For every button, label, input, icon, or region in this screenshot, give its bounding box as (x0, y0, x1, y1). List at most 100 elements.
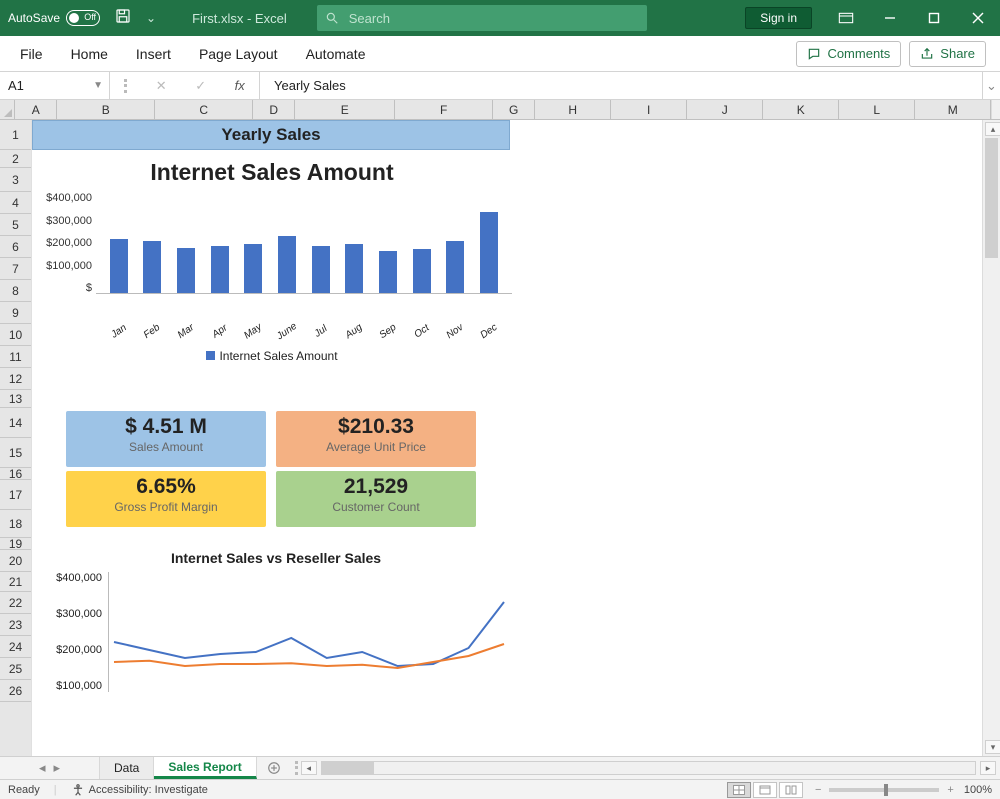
row-header[interactable]: 17 (0, 480, 31, 510)
add-sheet-button[interactable] (257, 757, 291, 779)
column-header[interactable]: F (395, 100, 493, 119)
page-break-view-icon[interactable] (779, 782, 803, 798)
zoom-level[interactable]: 100% (964, 784, 992, 796)
chart-internet-sales-amount[interactable]: Internet Sales Amount $400,000$300,000$2… (32, 155, 512, 363)
column-header[interactable]: A (15, 100, 57, 119)
ribbon-tab-home[interactable]: Home (57, 36, 122, 71)
row-header[interactable]: 15 (0, 438, 31, 468)
bar (110, 239, 128, 293)
column-header[interactable]: K (763, 100, 839, 119)
row-header[interactable]: 21 (0, 572, 31, 592)
column-header[interactable]: G (493, 100, 535, 119)
row-header[interactable]: 3 (0, 168, 31, 192)
hscroll-left-icon[interactable]: ◂ (301, 761, 317, 775)
row-header[interactable]: 20 (0, 550, 31, 572)
legend-swatch-icon (206, 351, 215, 360)
hscroll-thumb[interactable] (322, 762, 374, 774)
zoom-out-icon[interactable]: − (815, 784, 821, 796)
column-header[interactable]: E (295, 100, 395, 119)
column-header[interactable]: J (687, 100, 763, 119)
row-header[interactable]: 5 (0, 214, 31, 236)
row-header[interactable]: 22 (0, 592, 31, 614)
ribbon-display-icon[interactable] (824, 0, 868, 36)
save-icon[interactable] (114, 7, 136, 29)
column-header[interactable]: M (915, 100, 991, 119)
row-header[interactable]: 2 (0, 150, 31, 168)
column-header[interactable]: H (535, 100, 611, 119)
page-layout-view-icon[interactable] (753, 782, 777, 798)
column-header[interactable]: L (839, 100, 915, 119)
formula-bar: A1 ▼ ✕ ✓ fx Yearly Sales ⌄ (0, 72, 1000, 100)
vscroll-thumb[interactable] (985, 138, 998, 258)
maximize-icon[interactable] (912, 0, 956, 36)
search-placeholder: Search (349, 11, 390, 26)
sheet-nav-next-icon[interactable]: ▸ (54, 760, 61, 776)
zoom-slider[interactable] (829, 788, 939, 792)
column-header[interactable]: D (253, 100, 295, 119)
name-box[interactable]: A1 ▼ (0, 72, 110, 99)
quick-access-dropdown-icon[interactable]: ⌄ (146, 11, 156, 25)
ribbon-tab-page-layout[interactable]: Page Layout (185, 36, 292, 71)
row-header[interactable]: 6 (0, 236, 31, 258)
horizontal-scrollbar[interactable]: ◂ ▸ (291, 757, 1000, 779)
share-button[interactable]: Share (909, 41, 986, 67)
scroll-up-icon[interactable]: ▴ (985, 122, 1000, 136)
column-header[interactable]: B (57, 100, 155, 119)
sheet-tab-data[interactable]: Data (100, 757, 154, 779)
bar (446, 241, 464, 293)
row-header[interactable]: 14 (0, 408, 31, 438)
row-header[interactable]: 26 (0, 680, 31, 702)
row-header[interactable]: 7 (0, 258, 31, 280)
status-accessibility[interactable]: Accessibility: Investigate (89, 784, 208, 796)
bar (312, 246, 330, 293)
row-header[interactable]: 1 (0, 120, 31, 150)
row-header[interactable]: 24 (0, 636, 31, 658)
column-headers: ABCDEFGHIJKLM (0, 100, 1000, 120)
close-icon[interactable] (956, 0, 1000, 36)
row-header[interactable]: 8 (0, 280, 31, 302)
row-header[interactable]: 11 (0, 346, 31, 368)
autosave-toggle[interactable]: AutoSave Off (8, 10, 100, 26)
hscroll-right-icon[interactable]: ▸ (980, 761, 996, 775)
search-input[interactable]: Search (317, 5, 647, 31)
ribbon-tab-insert[interactable]: Insert (122, 36, 185, 71)
merged-title-cell[interactable]: Yearly Sales (32, 120, 510, 150)
select-all-button[interactable] (0, 100, 15, 119)
column-header[interactable]: I (611, 100, 687, 119)
sheet-tab-sales-report[interactable]: Sales Report (154, 757, 256, 779)
kpi-customer-count: 21,529Customer Count (276, 471, 476, 527)
document-title: First.xlsx - Excel (192, 11, 287, 26)
row-header[interactable]: 18 (0, 510, 31, 538)
fx-icon[interactable]: fx (235, 78, 245, 93)
vertical-scrollbar[interactable]: ▴ ▾ (982, 120, 1000, 756)
comments-button[interactable]: Comments (796, 41, 901, 67)
column-header[interactable]: C (155, 100, 253, 119)
row-header[interactable]: 4 (0, 192, 31, 214)
row-header[interactable]: 10 (0, 324, 31, 346)
scroll-down-icon[interactable]: ▾ (985, 740, 1000, 754)
row-header[interactable]: 16 (0, 468, 31, 480)
formula-input[interactable]: Yearly Sales (260, 72, 982, 99)
expand-formula-bar-icon[interactable]: ⌄ (982, 72, 1000, 99)
normal-view-icon[interactable] (727, 782, 751, 798)
sign-in-button[interactable]: Sign in (745, 7, 812, 29)
ribbon-tab-automate[interactable]: Automate (292, 36, 380, 71)
ribbon-tab-file[interactable]: File (6, 36, 57, 71)
enter-formula-icon[interactable]: ✓ (195, 78, 206, 94)
worksheet-area[interactable]: Yearly Sales Internet Sales Amount $400,… (32, 120, 982, 756)
row-header[interactable]: 9 (0, 302, 31, 324)
bar (143, 241, 161, 293)
status-ready: Ready (8, 784, 40, 796)
bar (413, 249, 431, 293)
row-header[interactable]: 23 (0, 614, 31, 636)
zoom-in-icon[interactable]: + (947, 784, 953, 796)
row-header[interactable]: 19 (0, 538, 31, 550)
cancel-formula-icon[interactable]: ✕ (156, 78, 167, 94)
row-header[interactable]: 12 (0, 368, 31, 390)
sheet-nav-prev-icon[interactable]: ◂ (39, 760, 46, 776)
chevron-down-icon: ▼ (93, 80, 103, 91)
minimize-icon[interactable] (868, 0, 912, 36)
row-header[interactable]: 13 (0, 390, 31, 408)
chart-internet-vs-reseller[interactable]: Internet Sales vs Reseller Sales $400,00… (36, 550, 516, 692)
row-header[interactable]: 25 (0, 658, 31, 680)
